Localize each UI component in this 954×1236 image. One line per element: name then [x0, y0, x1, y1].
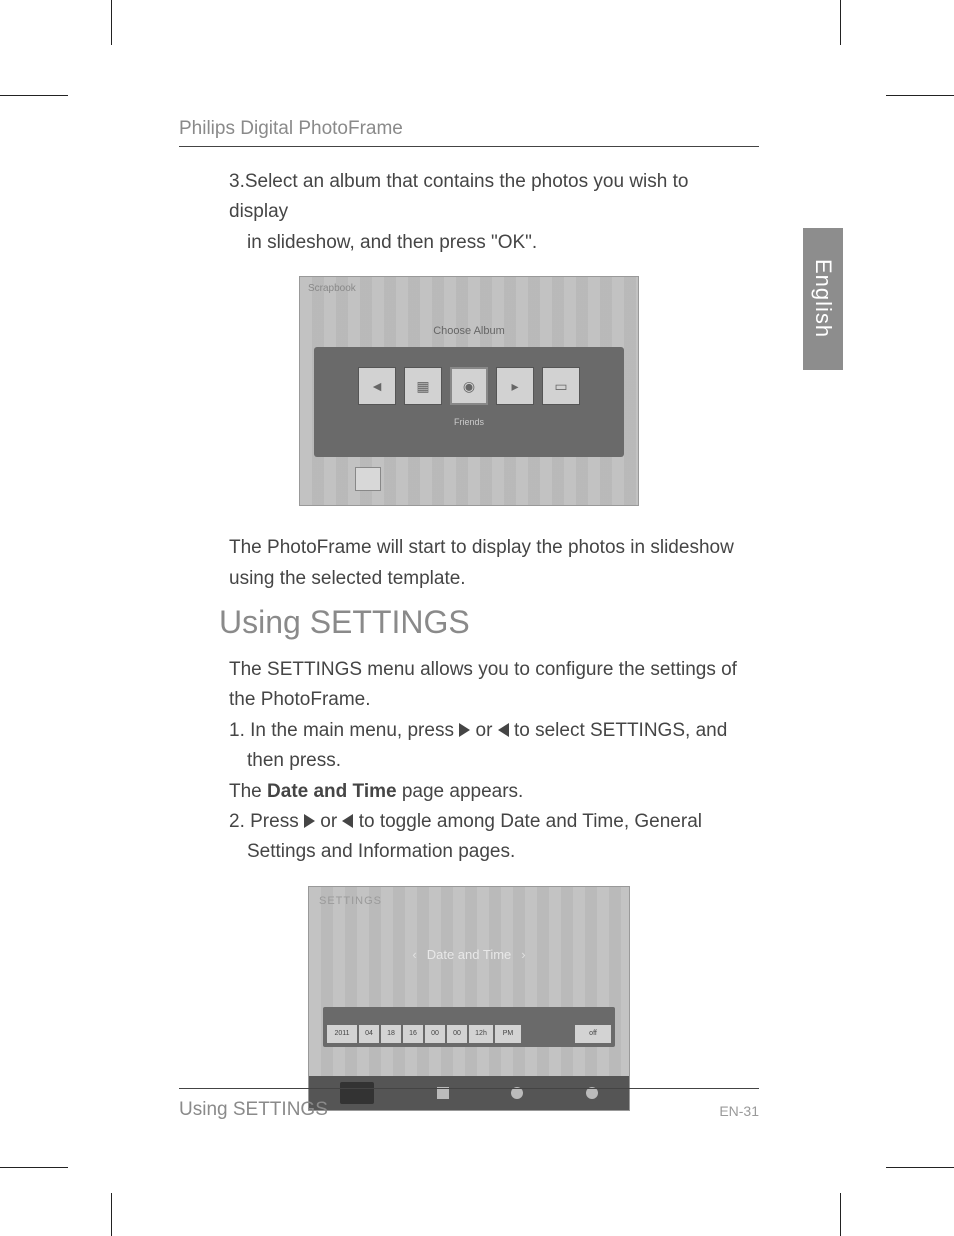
triangle-right-icon — [459, 723, 470, 737]
fig1-thumb: ▦ — [404, 367, 442, 405]
dt-post: page appears. — [397, 781, 524, 802]
figure-settings: SETTINGS ‹Date and Time› 2011 04 18 16 0… — [308, 886, 630, 1111]
fig2-cell: 12h — [469, 1025, 493, 1043]
settings-intro: The SETTINGS menu allows you to configur… — [229, 655, 749, 716]
fig2-cell: 18 — [381, 1025, 401, 1043]
fig1-tab: Scrapbook — [308, 283, 356, 294]
settings-intro-l1: The SETTINGS menu allows you to configur… — [229, 659, 737, 680]
dt-bold: Date and Time — [267, 781, 397, 802]
fig2-cell: 00 — [425, 1025, 445, 1043]
chevron-right-icon: › — [511, 947, 535, 962]
step3-line1: 3.Select an album that contains the phot… — [229, 171, 688, 222]
step1-line2: then press. — [229, 746, 749, 776]
triangle-left-icon — [342, 814, 353, 828]
after-fig1-text: The PhotoFrame will start to display the… — [229, 533, 749, 594]
fig1-folder-icon — [355, 467, 381, 491]
dt-pre: The — [229, 781, 267, 802]
step-2-text: 2. Press or to toggle among Date and Tim… — [229, 807, 749, 868]
page-header: Philips Digital PhotoFrame — [179, 118, 759, 147]
fig2-title: ‹Date and Time› — [309, 947, 629, 962]
step-3-text: 3.Select an album that contains the phot… — [229, 167, 749, 258]
fig2-title-text: Date and Time — [427, 947, 512, 962]
fig1-thumb: ◄ — [358, 367, 396, 405]
triangle-left-icon — [498, 723, 509, 737]
fig2-tab: SETTINGS — [319, 895, 382, 907]
step3-line2: in slideshow, and then press "OK". — [229, 228, 749, 258]
fig1-caption: Friends — [300, 417, 638, 427]
language-tab: English — [803, 228, 843, 370]
step1-mid: or — [470, 720, 497, 741]
fig1-thumb: ▭ — [542, 367, 580, 405]
fig2-cell: PM — [495, 1025, 521, 1043]
step2-pre: 2. Press — [229, 811, 304, 832]
footer-section: Using SETTINGS — [179, 1099, 328, 1121]
fig1-thumbs: ◄ ▦ ◉ ▸ ▭ — [300, 367, 638, 405]
fig2-cell: 16 — [403, 1025, 423, 1043]
fig2-value-strip: 2011 04 18 16 00 00 12h PM off — [323, 1007, 615, 1047]
chevron-left-icon: ‹ — [402, 947, 426, 962]
fig2-cell: 2011 — [327, 1025, 357, 1043]
settings-intro-l2: the PhotoFrame. — [229, 689, 371, 710]
fig2-cell: 00 — [447, 1025, 467, 1043]
fig2-cell: 04 — [359, 1025, 379, 1043]
fig1-label: Choose Album — [300, 325, 638, 337]
step-1-text: 1. In the main menu, press or to select … — [229, 716, 749, 777]
fig1-thumb: ▸ — [496, 367, 534, 405]
page-footer: Using SETTINGS EN-31 — [179, 1088, 759, 1121]
step2-line2: Settings and Information pages. — [229, 837, 749, 867]
after-fig1-line2: using the selected template. — [229, 568, 466, 589]
step1-pre: 1. In the main menu, press — [229, 720, 459, 741]
step2-mid: or — [315, 811, 342, 832]
section-title: Using SETTINGS — [219, 604, 759, 641]
footer-page-number: EN-31 — [719, 1099, 759, 1121]
date-time-line: The Date and Time page appears. — [229, 777, 749, 807]
step2-post: to toggle among Date and Time, General — [353, 811, 702, 832]
language-tab-label: English — [810, 259, 836, 338]
figure-choose-album: Scrapbook Choose Album ◄ ▦ ◉ ▸ ▭ Friends — [299, 276, 639, 506]
step1-post: to select SETTINGS, and — [509, 720, 728, 741]
fig1-thumb-selected: ◉ — [450, 367, 488, 405]
fig2-cell: off — [575, 1025, 611, 1043]
triangle-right-icon — [304, 814, 315, 828]
after-fig1-line1: The PhotoFrame will start to display the… — [229, 537, 734, 558]
